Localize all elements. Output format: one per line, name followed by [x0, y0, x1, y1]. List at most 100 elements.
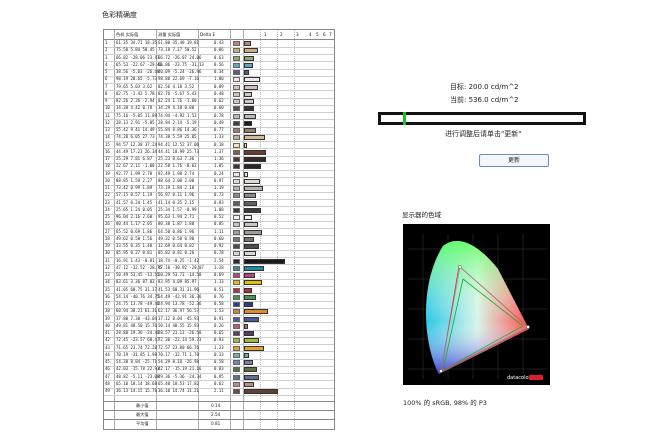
- row-delta: 0.92: [214, 243, 224, 248]
- row-id: 2: [105, 47, 108, 53]
- delta-bar: [244, 186, 264, 191]
- row-ref: 85.95 0.27 0.81: [116, 250, 153, 256]
- row-id: 18: [105, 163, 110, 169]
- row-swatch: [233, 222, 240, 228]
- row-swatch: [233, 55, 240, 61]
- row-swatch: [233, 360, 240, 365]
- gamut-title: 显示器的色域: [402, 211, 441, 219]
- row-meas: 25.23 8.63 7.36: [158, 156, 195, 161]
- row-id: 1: [105, 40, 108, 45]
- row-swatch: [233, 352, 240, 358]
- delta-bar: [244, 381, 254, 387]
- row-delta: 1.33: [214, 134, 224, 140]
- row-ref: 75.16 -5.05 11.89: [116, 112, 157, 118]
- row-id: 29: [105, 243, 110, 248]
- row-delta: 0.83: [214, 366, 224, 372]
- row-ref: 49.62 0.58 1.56: [116, 235, 153, 241]
- row-ref: 79.65 5.03 3.62: [116, 83, 153, 89]
- row-id: 25: [105, 214, 110, 219]
- row-swatch: [233, 338, 240, 344]
- row-ref: 55.42 9.41 14.49: [116, 127, 155, 132]
- row-ref: 47.12 -32.52 -28.75: [116, 264, 162, 270]
- row-id: 42: [105, 337, 110, 343]
- row-delta: 0.52: [214, 214, 224, 219]
- row-id: 26: [105, 221, 110, 227]
- header-meas: 测量 实际值: [158, 32, 181, 37]
- row-ref: 96.04 2.16 2.60: [116, 214, 153, 219]
- row-swatch: [233, 70, 240, 75]
- scale-5: 5: [316, 32, 319, 37]
- row-id: 48: [105, 380, 110, 386]
- row-delta: 0.73: [214, 192, 224, 198]
- update-button[interactable]: 更新: [479, 154, 549, 167]
- row-id: 15: [105, 141, 110, 147]
- row-meas: 44.41 18.99 25.73: [158, 148, 199, 154]
- row-delta: 0.83: [214, 199, 224, 205]
- row-swatch: [233, 367, 240, 373]
- row-delta: 0.69: [214, 272, 224, 277]
- row-meas: 82.56 4.18 3.52: [158, 83, 195, 89]
- delta-bar: [244, 236, 254, 242]
- row-swatch: [233, 215, 240, 220]
- row-ref: 98.19 20.65 -5.73: [116, 76, 157, 82]
- delta-bar: [244, 302, 254, 307]
- row-id: 27: [105, 228, 110, 234]
- delta-bar: [244, 294, 257, 300]
- row-delta: 1.28: [214, 264, 224, 270]
- row-id: 14: [105, 134, 110, 140]
- row-ref: 92.77 1.99 2.78: [116, 170, 153, 176]
- row-ref: 66.82 -28.06 23.47: [116, 54, 160, 60]
- scale-1: 1: [264, 32, 267, 37]
- row-delta: 0.77: [214, 127, 224, 132]
- row-delta: 2.54: [214, 257, 224, 263]
- row-ref: 94.57 12.38 37.24: [116, 141, 157, 147]
- row-id: 44: [105, 351, 110, 357]
- row-swatch: [233, 287, 240, 293]
- row-swatch: [233, 99, 240, 104]
- delta-bar: [244, 77, 260, 83]
- row-swatch: [233, 323, 240, 329]
- row-id: 28: [105, 235, 110, 241]
- row-ref: 34.38 4.42 0.78: [116, 105, 153, 111]
- delta-bar: [244, 55, 255, 61]
- delta-bar: [244, 207, 262, 213]
- row-meas: 22.58 1.76 -0.62: [158, 163, 197, 169]
- row-meas: 85.82 0.81 0.26: [158, 250, 195, 256]
- delta-bar: [244, 70, 250, 75]
- row-delta: 0.26: [214, 322, 224, 328]
- row-id: 32: [105, 264, 110, 270]
- row-ref: 65.53 -22.67 -29.46: [116, 61, 162, 67]
- row-meas: 41.53 60.31 31.96: [158, 286, 199, 292]
- row-meas: 70.17 -32.71 1.70: [158, 351, 199, 357]
- delta-bar: [244, 389, 278, 394]
- row-delta: 1.11: [214, 228, 224, 234]
- row-meas: 32.69 0.64 0.82: [158, 243, 195, 248]
- row-id: 45: [105, 359, 110, 364]
- delta-bar: [244, 84, 259, 90]
- row-meas: 82.24 1.76 -1.60: [158, 98, 197, 103]
- delta-bar: [244, 229, 262, 235]
- row-ref: 82.26 2.26 -2.94: [116, 98, 155, 103]
- row-ref: 83.61 3.36 87.02: [116, 279, 155, 285]
- row-id: 39: [105, 315, 110, 321]
- row-swatch: [233, 106, 240, 112]
- row-meas: 66.72 -26.07 24.06: [158, 54, 202, 60]
- delta-bar: [244, 48, 258, 54]
- row-id: 7: [105, 83, 108, 89]
- row-ref: 57.15 0.57 1.19: [116, 192, 153, 198]
- delta-bar: [244, 345, 264, 351]
- row-id: 43: [105, 344, 110, 350]
- delta-bar: [244, 338, 259, 344]
- row-meas: 74.94 -4.92 1.53: [158, 112, 197, 118]
- row-ref: 44.49 17.23 26.34: [116, 148, 157, 154]
- delta-bar: [244, 265, 265, 271]
- row-swatch: [233, 236, 240, 242]
- row-swatch: [233, 345, 240, 351]
- row-meas: 40.09 -5.24 -26.96: [158, 69, 202, 74]
- row-meas: 36.10 14.74 11.21: [158, 388, 199, 393]
- adjust-prompt: 进行调整后请单击"更新": [445, 130, 522, 138]
- row-id: 10: [105, 105, 110, 111]
- target-luminance: 目标: 200.0 cd/m^2: [450, 83, 519, 91]
- row-swatch: [233, 381, 240, 387]
- row-id: 9: [105, 98, 108, 103]
